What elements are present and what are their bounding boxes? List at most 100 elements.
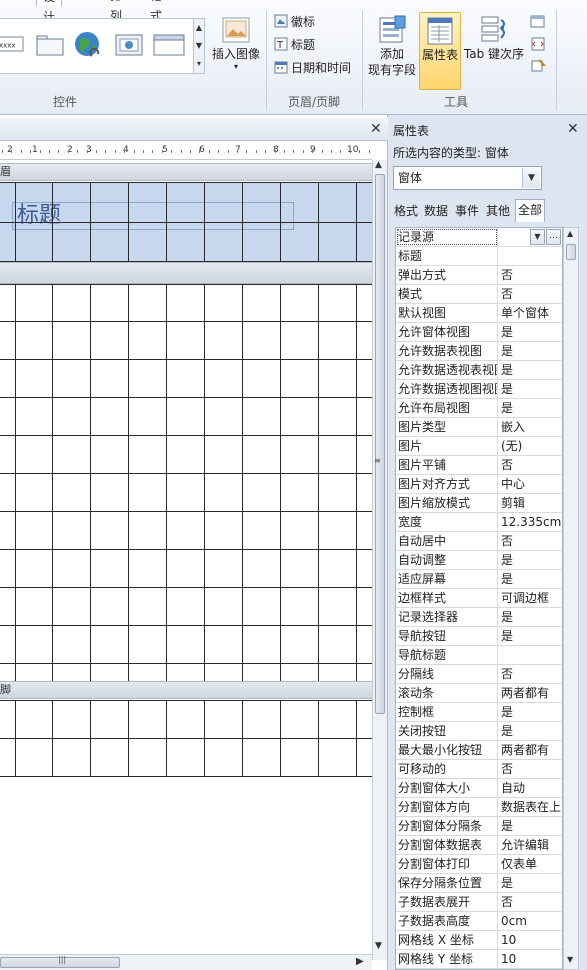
property-value[interactable]: 否 (499, 760, 562, 778)
property-value[interactable]: 是 (499, 380, 562, 398)
property-row[interactable]: 分割窗体数据表 允许编辑 (396, 836, 562, 855)
text-box-control[interactable]: xxxx (0, 29, 24, 59)
chevron-down-icon[interactable]: ▼ (530, 229, 545, 245)
tab-file[interactable]: 文件 (0, 0, 4, 6)
insert-image-button[interactable]: 插入图像 ▾ (210, 16, 262, 72)
property-row[interactable]: 记录源 ▼… (396, 228, 562, 247)
property-row[interactable]: 图片缩放模式 剪辑 (396, 494, 562, 513)
form-header-grid[interactable]: 标题 (0, 182, 372, 262)
property-value[interactable]: 否 (499, 665, 562, 683)
subform-control[interactable] (152, 29, 185, 59)
property-row[interactable]: 允许数据透视表视图是 (396, 361, 562, 380)
property-vertical-scrollbar[interactable]: ▲ ▼ (563, 227, 579, 970)
property-value[interactable]: 是 (499, 399, 562, 417)
scroll-thumb[interactable] (375, 174, 385, 714)
property-row[interactable]: 滚动条 两者都有 (396, 684, 562, 703)
property-row[interactable]: 分隔线否 (396, 665, 562, 684)
property-row[interactable]: 适应屏幕是 (396, 570, 562, 589)
property-value[interactable]: 是 (499, 570, 562, 588)
date-time-button[interactable]: 日期和时间 (274, 58, 351, 78)
tab-event-props[interactable]: 事件 (453, 201, 481, 221)
property-value[interactable]: 是 (499, 323, 562, 341)
property-row[interactable]: 弹出方式否 (396, 266, 562, 285)
add-existing-fields-button[interactable]: 添加 现有字段 (366, 14, 418, 78)
design-vertical-scrollbar[interactable]: ▲ ≡ ▼ (372, 160, 387, 960)
scroll-down-icon[interactable]: ▼ (375, 941, 382, 951)
property-row[interactable]: 网格线 X 坐标 10 (396, 931, 562, 950)
property-value[interactable]: 是 (499, 722, 562, 740)
property-row[interactable]: 图片 (无) (396, 437, 562, 456)
property-value[interactable]: 否 (499, 893, 562, 911)
property-value[interactable]: 嵌入 (499, 418, 562, 436)
form-title-label[interactable]: 标题 (12, 202, 294, 230)
property-value[interactable]: 是 (499, 703, 562, 721)
property-value[interactable]: 是 (499, 874, 562, 892)
property-row[interactable]: 自动居中否 (396, 532, 562, 551)
property-value[interactable]: 是 (499, 627, 562, 645)
close-document-icon[interactable]: ✕ (370, 121, 382, 137)
property-row[interactable]: 允许数据透视图视图是 (396, 380, 562, 399)
property-row[interactable]: 标题 (396, 247, 562, 266)
subform-new-window-icon[interactable] (530, 14, 546, 30)
object-selector[interactable]: 窗体 ▼ (393, 166, 542, 190)
builder-ellipsis-icon[interactable]: … (546, 229, 561, 245)
property-value[interactable]: 10 (499, 950, 562, 968)
tab-control[interactable] (34, 29, 66, 59)
property-row[interactable]: 宽度 12.335cm (396, 513, 562, 532)
tab-other-props[interactable]: 其他 (484, 201, 512, 221)
property-value[interactable] (499, 646, 562, 664)
property-value[interactable]: 可调边框 (499, 589, 562, 607)
property-value[interactable]: 10 (499, 931, 562, 949)
property-row[interactable]: 允许窗体视图是 (396, 323, 562, 342)
scroll-up-icon[interactable]: ▲ (567, 229, 573, 238)
property-value[interactable]: 两者都有 (499, 741, 562, 759)
property-row[interactable]: 分割窗体打印 仅表单 (396, 855, 562, 874)
tab-data-props[interactable]: 数据 (422, 201, 450, 221)
property-value[interactable]: 否 (499, 285, 562, 303)
property-value[interactable]: 两者都有 (499, 684, 562, 702)
property-value[interactable]: ▼… (499, 228, 562, 246)
property-row[interactable]: 模式否 (396, 285, 562, 304)
tab-order-button[interactable]: Tab 键次序 (462, 14, 526, 62)
property-row[interactable]: 记录选择器是 (396, 608, 562, 627)
property-value[interactable]: 单个窗体 (499, 304, 562, 322)
property-row[interactable]: 最大最小化按钮 两者都有 (396, 741, 562, 760)
scroll-up-icon[interactable]: ▲ (375, 160, 382, 170)
convert-macros-icon[interactable] (530, 58, 546, 74)
detail-grid[interactable] (0, 284, 372, 684)
property-value[interactable]: 剪辑 (499, 494, 562, 512)
property-value[interactable]: 允许编辑 (499, 836, 562, 854)
property-row[interactable]: 图片类型 嵌入 (396, 418, 562, 437)
form-footer-section-bar[interactable]: 脚 (0, 681, 372, 699)
property-value[interactable]: 0cm (499, 912, 562, 930)
property-row[interactable]: 关闭按钮是 (396, 722, 562, 741)
property-row[interactable]: 可移动的否 (396, 760, 562, 779)
property-row[interactable]: 自动调整是 (396, 551, 562, 570)
property-value[interactable]: 是 (499, 608, 562, 626)
logo-button[interactable]: 徽标 (274, 12, 315, 32)
form-header-section-bar[interactable]: 眉 (0, 163, 372, 181)
property-value[interactable]: 是 (499, 342, 562, 360)
property-row[interactable]: 导航标题 (396, 646, 562, 665)
property-row[interactable]: 导航按钮是 (396, 627, 562, 646)
property-value[interactable]: 是 (499, 817, 562, 835)
property-row[interactable]: 分割窗体方向 数据表在上 (396, 798, 562, 817)
form-footer-grid[interactable] (0, 700, 372, 777)
property-value[interactable] (499, 247, 562, 265)
view-code-icon[interactable] (530, 36, 546, 52)
property-row[interactable]: 分割窗体分隔条是 (396, 817, 562, 836)
hyperlink-control[interactable] (70, 29, 102, 59)
property-value[interactable]: 否 (499, 266, 562, 284)
scroll-thumb[interactable] (566, 244, 576, 260)
property-row[interactable]: 图片对齐方式 中心 (396, 475, 562, 494)
property-row[interactable]: 保存分隔条位置是 (396, 874, 562, 893)
property-value[interactable]: 自动 (499, 779, 562, 797)
property-value[interactable]: 否 (499, 456, 562, 474)
property-row[interactable]: 子数据表高度 0cm (396, 912, 562, 931)
close-property-sheet-icon[interactable]: ✕ (567, 121, 579, 137)
property-sheet-button[interactable]: 属性表 (419, 12, 461, 90)
property-value[interactable]: 仅表单 (499, 855, 562, 873)
detail-section-bar[interactable] (0, 262, 372, 284)
property-row[interactable]: 边框样式 可调边框 (396, 589, 562, 608)
property-row[interactable]: 默认视图 单个窗体 (396, 304, 562, 323)
